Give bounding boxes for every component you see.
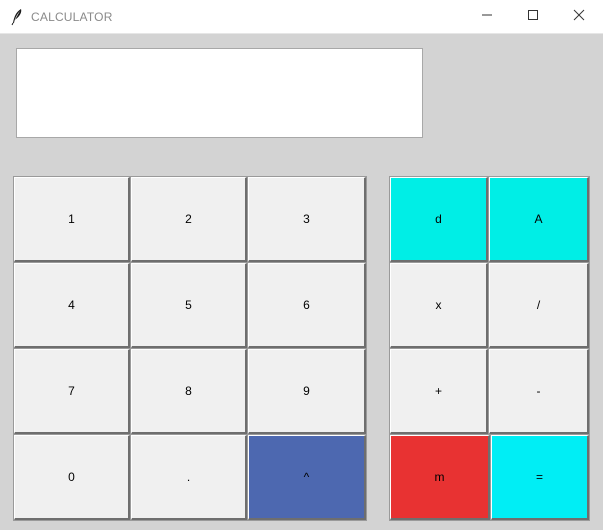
key-3[interactable]: 3 xyxy=(247,176,367,263)
key-9[interactable]: 9 xyxy=(247,348,367,435)
minimize-icon xyxy=(481,8,493,26)
key-multiply[interactable]: x xyxy=(389,262,489,349)
key-2[interactable]: 2 xyxy=(130,176,248,263)
feather-icon xyxy=(10,8,24,26)
maximize-button[interactable] xyxy=(510,0,556,33)
key-subtract[interactable]: - xyxy=(488,348,590,435)
close-icon xyxy=(573,8,585,26)
key-8[interactable]: 8 xyxy=(130,348,248,435)
key-7[interactable]: 7 xyxy=(13,348,131,435)
close-button[interactable] xyxy=(556,0,602,33)
key-equals[interactable]: = xyxy=(490,434,590,521)
key-power[interactable]: ^ xyxy=(247,434,367,521)
key-6[interactable]: 6 xyxy=(247,262,367,349)
title-bar: CALCULATOR xyxy=(0,0,603,34)
minimize-button[interactable] xyxy=(464,0,510,33)
key-d[interactable]: d xyxy=(389,176,489,263)
key-4[interactable]: 4 xyxy=(13,262,131,349)
window-title: CALCULATOR xyxy=(31,10,113,24)
calculator-window: CALCULATOR 1 2 3 4 5 6 7 8 9 0 . ^ d A x… xyxy=(0,0,603,530)
display-field[interactable] xyxy=(16,48,423,138)
key-A[interactable]: A xyxy=(488,176,590,263)
key-divide[interactable]: / xyxy=(488,262,590,349)
key-m[interactable]: m xyxy=(389,434,491,521)
key-add[interactable]: + xyxy=(389,348,489,435)
key-decimal[interactable]: . xyxy=(130,434,248,521)
key-0[interactable]: 0 xyxy=(13,434,131,521)
maximize-icon xyxy=(527,8,539,26)
key-1[interactable]: 1 xyxy=(13,176,131,263)
key-5[interactable]: 5 xyxy=(130,262,248,349)
